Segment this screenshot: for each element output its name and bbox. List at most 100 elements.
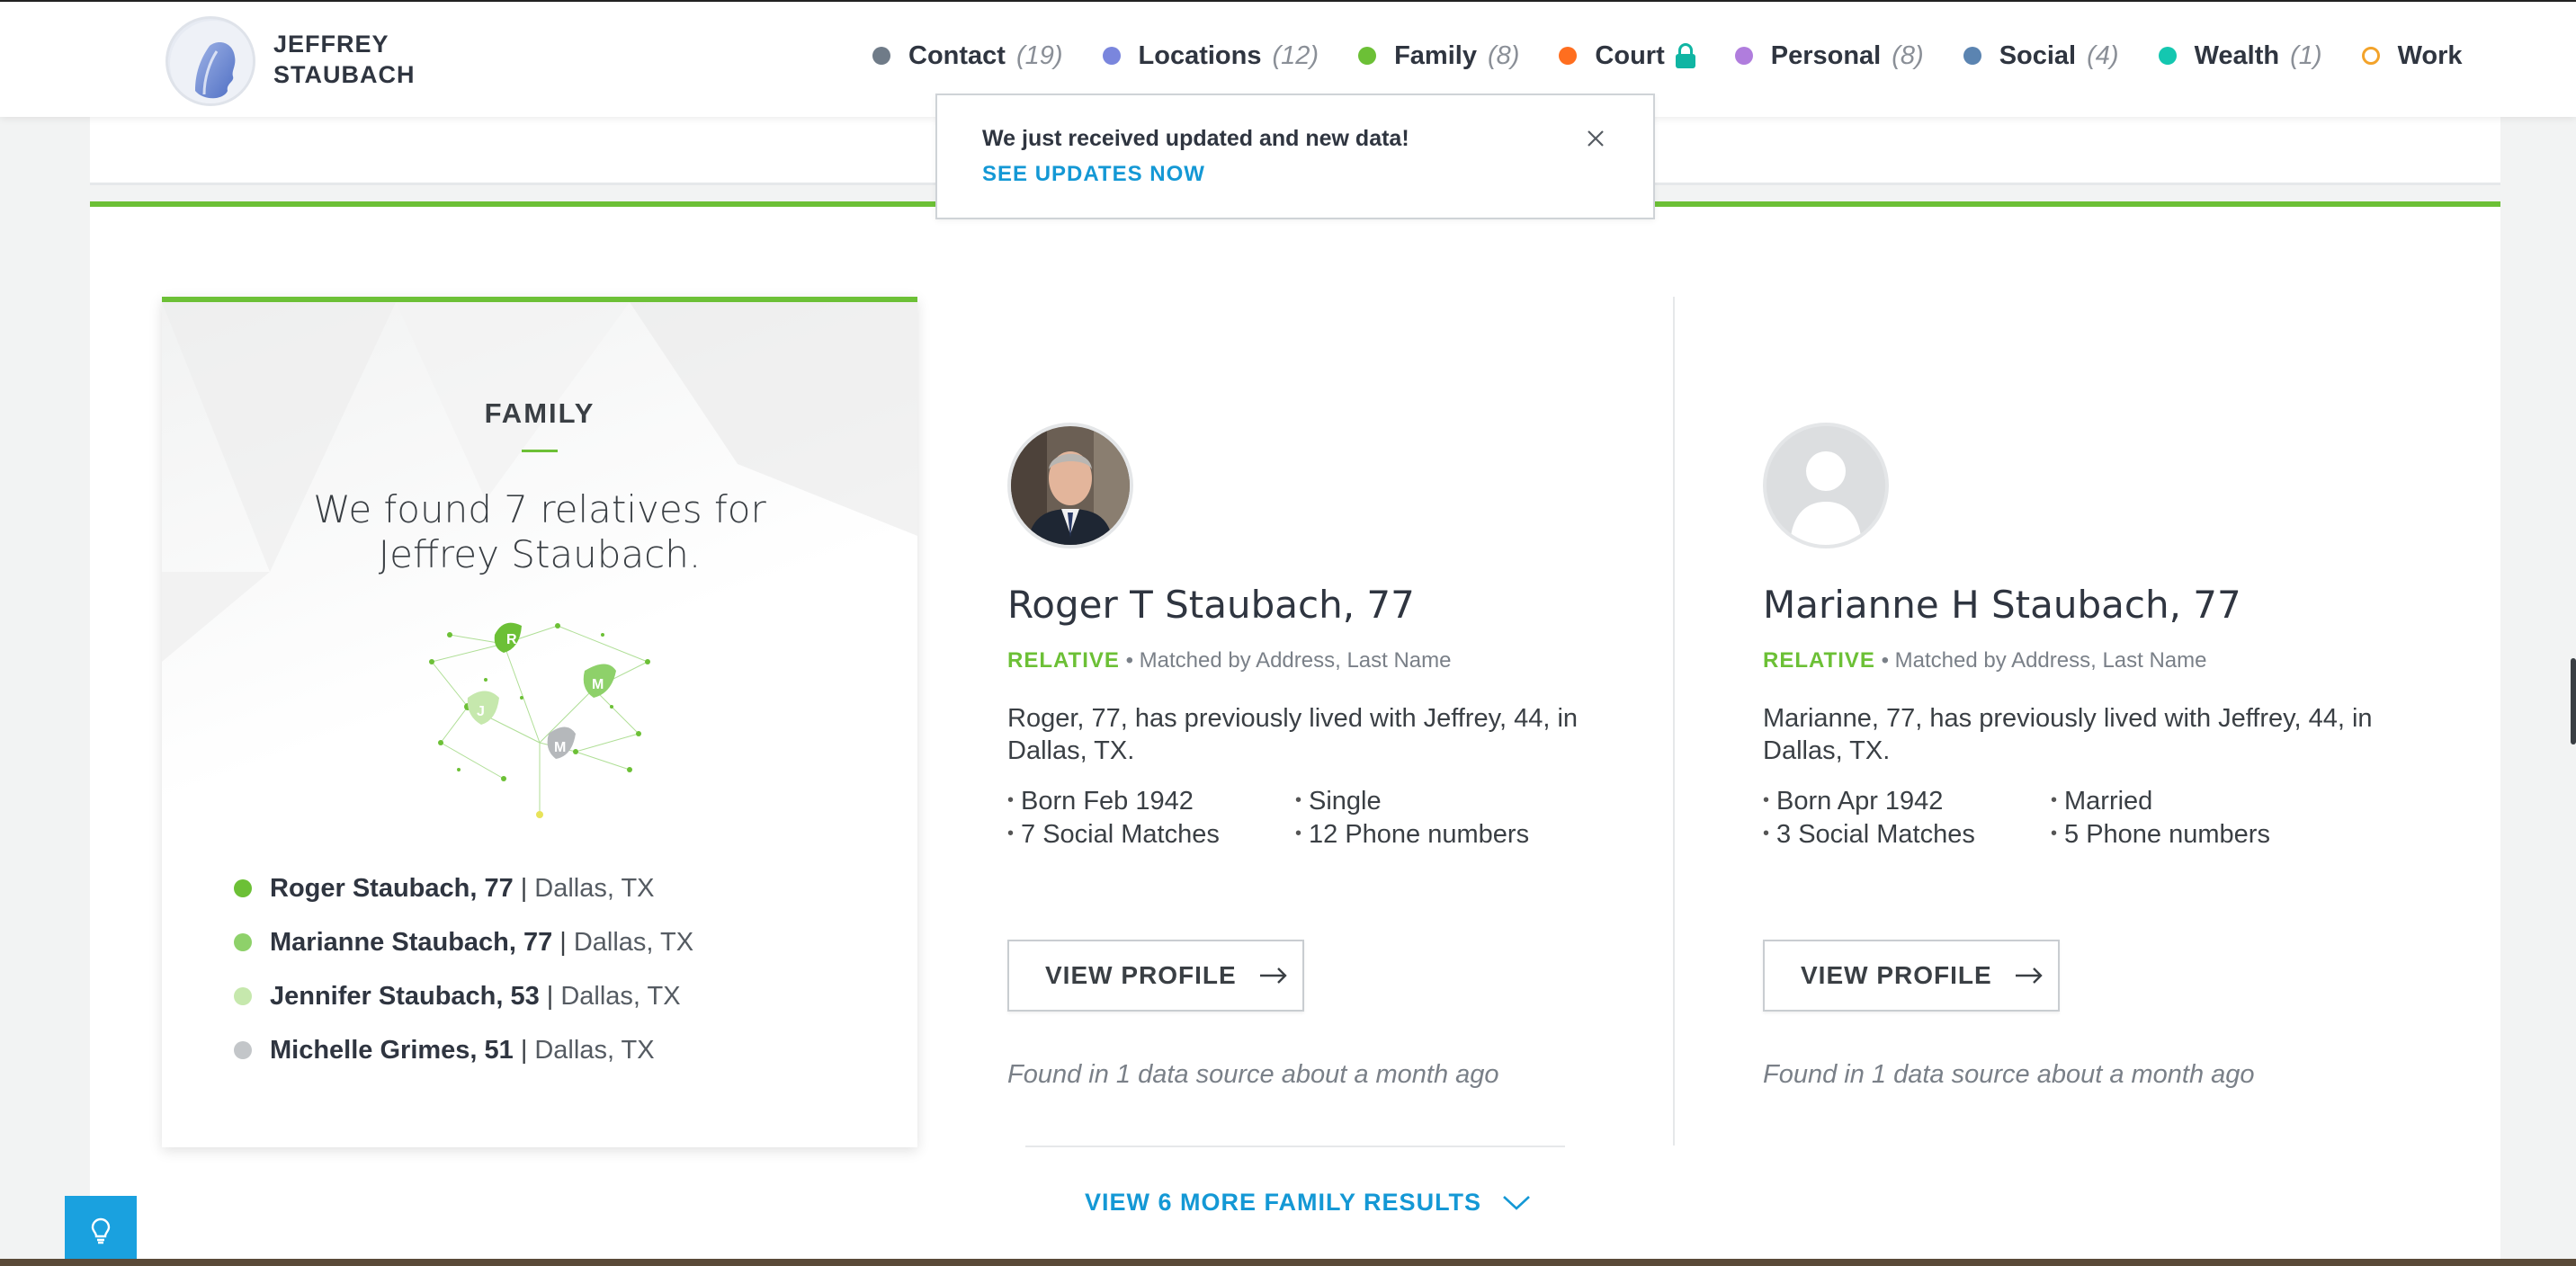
person-photo	[1763, 423, 1889, 548]
nav-locations[interactable]: Locations (12)	[1102, 40, 1319, 71]
nav-dot	[1102, 47, 1121, 65]
view-profile-button[interactable]: VIEW PROFILE	[1763, 940, 2060, 1012]
meta-dot: •	[1881, 648, 1895, 673]
person-name[interactable]: Roger T Staubach, 77	[1007, 583, 1691, 627]
found-source: Found in 1 data source about a month ago	[1763, 1060, 2255, 1089]
notification-message: We just received updated and new data!	[982, 126, 1409, 151]
nav-family[interactable]: Family (8)	[1358, 41, 1519, 71]
relative-name: Michelle Grimes, 51	[270, 1035, 514, 1065]
relative-dot	[234, 987, 252, 1005]
relative-dot	[234, 933, 252, 951]
nav-dot	[872, 47, 890, 65]
relative-tag: RELATIVE	[1763, 648, 1875, 673]
nav-dot	[2158, 47, 2177, 65]
relative-location: Dallas, TX	[534, 873, 655, 903]
person-photo	[1007, 423, 1133, 548]
nav-count: (19)	[1015, 40, 1063, 70]
nav-dot	[1358, 47, 1377, 65]
nav-dot	[2361, 47, 2380, 65]
results-divider	[1025, 1146, 1565, 1147]
profile-last-name: STAUBACH	[273, 61, 416, 88]
view-profile-button[interactable]: VIEW PROFILE	[1007, 940, 1304, 1012]
relative-item[interactable]: Roger Staubach, 77 | Dallas, TX	[234, 861, 693, 915]
relative-name: Roger Staubach, 77	[270, 873, 514, 903]
person-placeholder-icon	[1767, 426, 1885, 545]
bottom-strip	[0, 1259, 2576, 1266]
separator: |	[520, 873, 528, 903]
nav-label: Social	[1999, 40, 2077, 70]
family-summary-card: FAMILY We found 7 relatives for Jeffrey …	[162, 297, 917, 1147]
relative-item[interactable]: Marianne Staubach, 77 | Dallas, TX	[234, 915, 693, 969]
arrow-right-icon	[2015, 967, 2043, 984]
nav-court[interactable]: Court	[1559, 41, 1695, 71]
relative-tag: RELATIVE	[1007, 648, 1120, 673]
matched-by: Matched by Address, Last Name	[1139, 648, 1452, 673]
title-underline	[522, 450, 558, 452]
nav-label: Wealth	[2194, 40, 2280, 70]
nav-social[interactable]: Social (4)	[1963, 41, 2119, 71]
family-title: FAMILY	[484, 397, 595, 429]
tree-letter: J	[477, 704, 485, 719]
matched-by: Matched by Address, Last Name	[1894, 648, 2207, 673]
nav-count: (4)	[2087, 40, 2119, 70]
nav-personal[interactable]: Personal (8)	[1734, 40, 1924, 71]
person-name[interactable]: Marianne H Staubach, 77	[1763, 583, 2446, 627]
nav-label: Family	[1394, 40, 1477, 70]
relative-dot	[234, 879, 252, 897]
arrow-right-icon	[1259, 967, 1287, 984]
scroll-handle[interactable]	[2571, 658, 2576, 744]
nav-dot	[1734, 47, 1753, 65]
separator: |	[520, 1035, 528, 1065]
profile-first-name: JEFFREY	[273, 31, 389, 58]
view-profile-label: VIEW PROFILE	[1801, 961, 1992, 989]
see-updates-link[interactable]: SEE UPDATES NOW	[982, 162, 1205, 187]
section-nav: Contact (19) Locations (12) Family (8) C…	[872, 38, 2502, 74]
fact-item: 12 Phone numbers	[1295, 820, 1583, 850]
lightbulb-icon	[91, 1217, 111, 1244]
relatives-list: Roger Staubach, 77 | Dallas, TX Marianne…	[234, 861, 693, 1077]
nav-label: Contact	[908, 40, 1006, 70]
separator: |	[546, 981, 554, 1011]
fact-item: Single	[1295, 787, 1583, 816]
relative-item[interactable]: Michelle Grimes, 51 | Dallas, TX	[234, 1023, 693, 1077]
nav-wealth[interactable]: Wealth (1)	[2158, 40, 2322, 71]
view-more-family-link[interactable]: VIEW 6 MORE FAMILY RESULTS	[1085, 1189, 1532, 1217]
nav-count: (12)	[1272, 40, 1319, 70]
fact-item: 5 Phone numbers	[2051, 820, 2339, 850]
nav-dot	[1963, 47, 1981, 65]
relative-name: Marianne Staubach, 77	[270, 927, 553, 957]
profile-avatar	[165, 16, 255, 106]
fact-item: 7 Social Matches	[1007, 820, 1295, 850]
relative-name: Jennifer Staubach, 53	[270, 981, 540, 1011]
person-meta: RELATIVE • Matched by Address, Last Name	[1007, 648, 1691, 673]
relative-item[interactable]: Jennifer Staubach, 53 | Dallas, TX	[234, 969, 693, 1023]
separator: |	[559, 927, 567, 957]
view-more-label: VIEW 6 MORE FAMILY RESULTS	[1085, 1189, 1482, 1216]
person-description: Marianne, 77, has previously lived with …	[1763, 704, 2373, 765]
nav-count: (8)	[1892, 40, 1924, 70]
close-icon[interactable]	[1585, 128, 1606, 149]
chevron-down-icon	[1503, 1195, 1530, 1210]
lock-icon	[1675, 43, 1695, 68]
relative-dot	[234, 1041, 252, 1059]
relative-location: Dallas, TX	[573, 927, 694, 957]
nav-label: Locations	[1138, 40, 1262, 70]
person-facts: Born Apr 1942 Married 3 Social Matches 5…	[1763, 787, 2446, 850]
nav-count: (8)	[1487, 40, 1520, 70]
fact-item: Born Apr 1942	[1763, 787, 2051, 816]
relative-location: Dallas, TX	[560, 981, 681, 1011]
person-meta: RELATIVE • Matched by Address, Last Name	[1763, 648, 2446, 673]
help-tip-button[interactable]	[65, 1196, 137, 1266]
nav-contact[interactable]: Contact (19)	[872, 41, 1063, 71]
nav-work[interactable]: Work	[2361, 41, 2463, 71]
nav-dot	[1559, 47, 1578, 65]
family-tree-icon: R M J M	[429, 622, 650, 818]
nav-count: (1)	[2290, 40, 2322, 70]
family-headline: We found 7 relatives for Jeffrey Staubac…	[313, 487, 766, 576]
nav-label: Personal	[1770, 40, 1882, 70]
profile-silhouette-icon	[170, 21, 253, 103]
person-facts: Born Feb 1942 Single 7 Social Matches 12…	[1007, 787, 1691, 850]
person-card: Marianne H Staubach, 77 RELATIVE • Match…	[1763, 423, 2446, 1090]
person-card: Roger T Staubach, 77 RELATIVE • Matched …	[1007, 423, 1691, 1090]
tree-letter: M	[554, 740, 566, 755]
